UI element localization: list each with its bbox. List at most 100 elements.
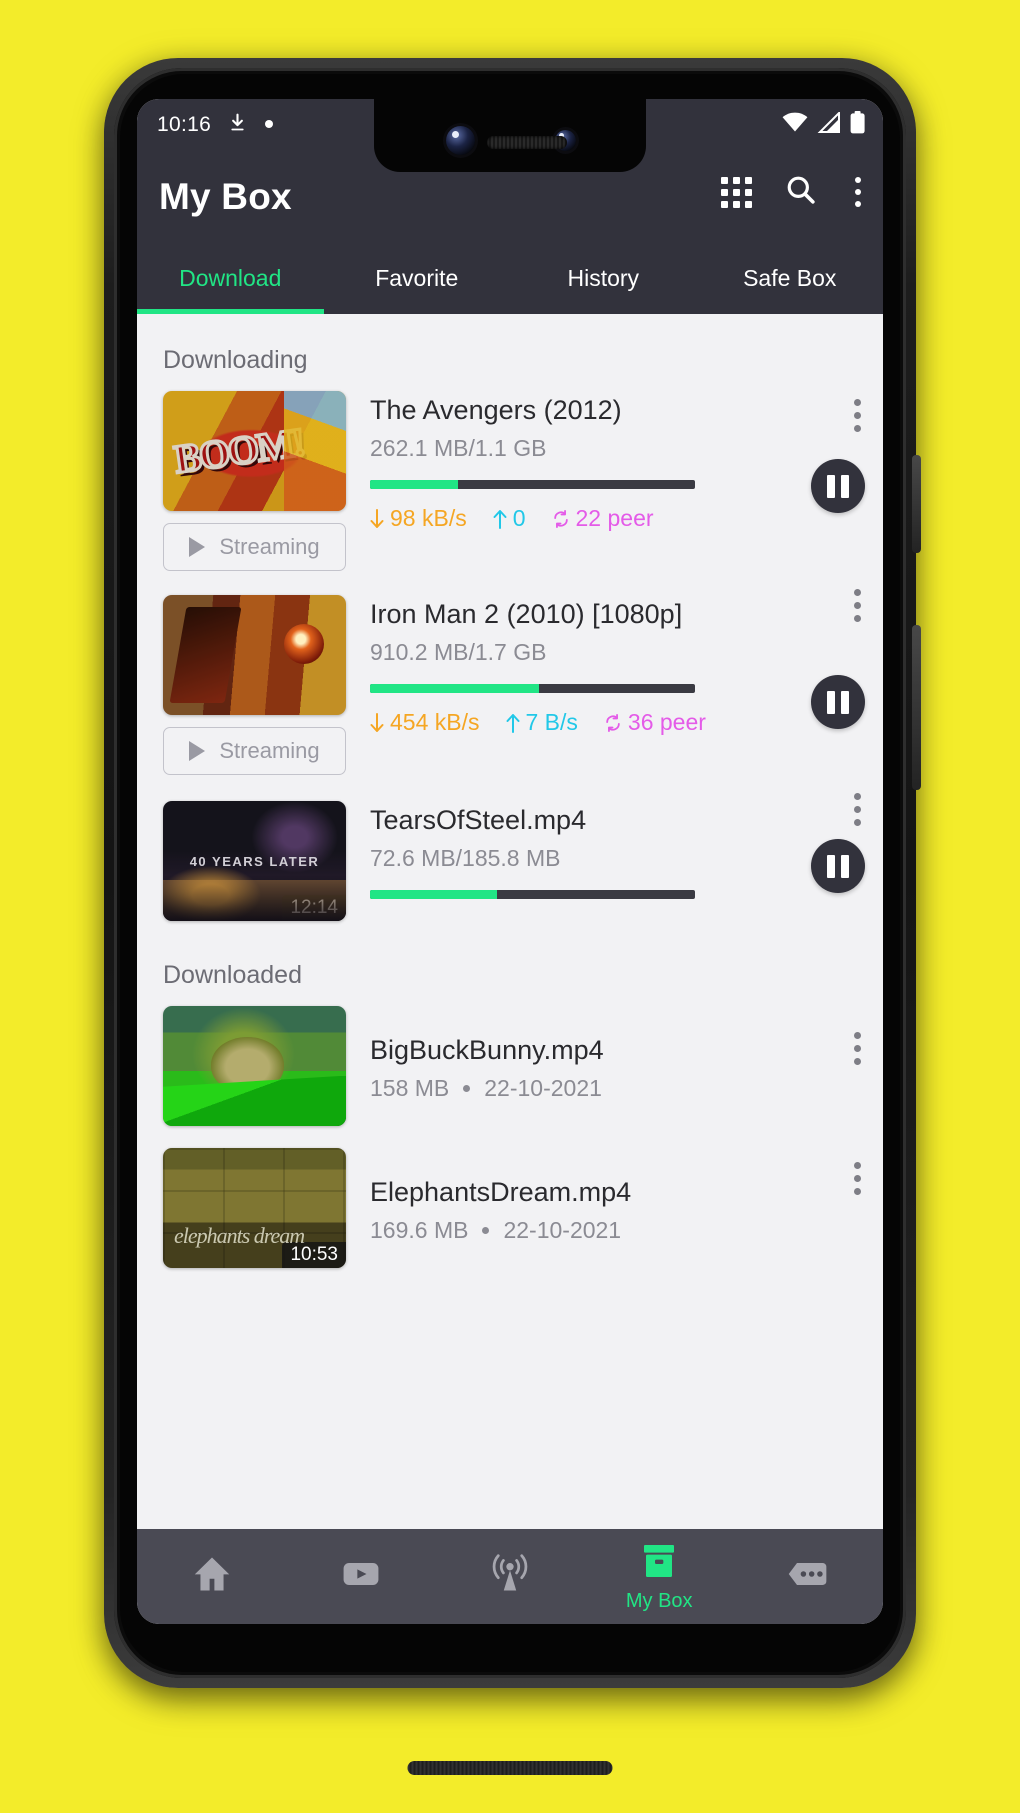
downloaded-info: ElephantsDream.mp4 169.6 MB 22-10-2021: [348, 1173, 865, 1244]
nav-item-more[interactable]: [734, 1552, 883, 1601]
overflow-menu-icon[interactable]: [849, 177, 867, 207]
file-date: 22-10-2021: [484, 1074, 602, 1101]
thumbnail-column: Streaming: [163, 595, 348, 775]
nav-item-my-box[interactable]: My Box: [585, 1541, 734, 1613]
phone-screen: 10:16 My Box Download Favorite History S…: [137, 99, 883, 1624]
tab-favorite[interactable]: Favorite: [324, 242, 511, 314]
more-icon: [786, 1552, 830, 1601]
download-speed-stat: 454 kB/s: [370, 709, 480, 736]
file-name: ElephantsDream.mp4: [370, 1176, 632, 1207]
item-menu-icon[interactable]: [854, 1032, 861, 1065]
peers-sync-icon: [606, 713, 620, 732]
app-bar: My Box: [137, 151, 883, 243]
streaming-button[interactable]: Streaming: [163, 727, 346, 775]
page-title: My Box: [159, 176, 292, 217]
duration-badge: 09:56: [282, 1100, 346, 1126]
thumbnail-image[interactable]: [163, 391, 346, 511]
battery-icon: [850, 111, 865, 139]
nav-item-home[interactable]: [137, 1552, 286, 1601]
downloaded-item[interactable]: 10:53 ElephantsDream.mp4 169.6 MB 22-10-…: [137, 1126, 883, 1268]
duration-badge: 12:14: [282, 895, 346, 921]
wifi-icon: [782, 112, 808, 138]
downloaded-item[interactable]: 09:56 BigBuckBunny.mp4 158 MB 22-10-2021: [137, 996, 883, 1126]
progress-bar-fill: [370, 890, 497, 899]
download-icon: [227, 112, 248, 138]
nav-item-video[interactable]: [286, 1552, 435, 1601]
download-info: Iron Man 2 (2010) [1080p] 910.2 MB/1.7 G…: [348, 595, 865, 775]
tab-safe-box[interactable]: Safe Box: [697, 242, 884, 314]
peers-value: 22 peer: [575, 505, 654, 531]
thumbnail-image[interactable]: 10:53: [163, 1148, 346, 1268]
nav-item-my-box-label: My Box: [625, 1589, 693, 1612]
tab-history[interactable]: History: [510, 242, 697, 314]
progress-bar: [370, 684, 695, 693]
item-menu-icon[interactable]: [854, 793, 861, 826]
peers-stat: 36 peer: [604, 709, 706, 736]
grid-view-icon[interactable]: [721, 176, 752, 208]
download-item[interactable]: 12:14 TearsOfSteel.mp4 72.6 MB/185.8 MB: [137, 775, 883, 921]
file-meta: 158 MB 22-10-2021: [370, 1075, 865, 1102]
streaming-button[interactable]: Streaming: [163, 523, 346, 571]
download-info: TearsOfSteel.mp4 72.6 MB/185.8 MB: [348, 801, 865, 921]
file-name: BigBuckBunny.mp4: [370, 1034, 604, 1065]
item-menu-icon[interactable]: [854, 1162, 861, 1195]
section-header-downloaded: Downloaded: [163, 961, 302, 989]
duration-badge: 10:53: [282, 1242, 346, 1268]
gesture-navigation-bar[interactable]: [407, 1761, 613, 1775]
file-size: 72.6 MB/185.8 MB: [370, 845, 561, 871]
progress-bar: [370, 480, 695, 489]
earpiece-speaker: [487, 136, 567, 149]
pause-button[interactable]: [811, 675, 865, 729]
broadcast-antenna-icon: [488, 1552, 532, 1601]
power-button[interactable]: [912, 455, 921, 553]
thumbnail-column: Streaming: [163, 391, 348, 571]
transfer-stats: 454 kB/s 7 B/s 36 peer: [370, 709, 865, 736]
home-icon: [190, 1552, 234, 1601]
cellular-signal-icon: [817, 110, 841, 138]
status-bar-right: [782, 110, 865, 139]
transfer-stats: 98 kB/s 0 22 peer: [370, 505, 865, 532]
tab-history-label: History: [567, 264, 640, 291]
tab-download[interactable]: Download: [137, 242, 324, 314]
file-size: 910.2 MB/1.7 GB: [370, 639, 547, 665]
item-menu-icon[interactable]: [854, 399, 861, 432]
volume-button[interactable]: [912, 625, 921, 790]
pause-button[interactable]: [811, 839, 865, 893]
file-size: 169.6 MB: [370, 1216, 469, 1243]
dot-icon: [264, 116, 274, 134]
tab-favorite-label: Favorite: [375, 264, 459, 291]
thumbnail-image[interactable]: 09:56: [163, 1006, 346, 1126]
thumbnail-image[interactable]: [163, 595, 346, 715]
pause-button[interactable]: [811, 459, 865, 513]
download-speed-value: 98 kB/s: [390, 505, 467, 531]
screenshot-stage: 10:16 My Box Download Favorite History S…: [0, 0, 1020, 1813]
peers-value: 36 peer: [627, 709, 706, 735]
file-name: Iron Man 2 (2010) [1080p]: [370, 599, 683, 629]
my-box-icon: [639, 1541, 679, 1586]
file-size: 262.1 MB/1.1 GB: [370, 435, 547, 461]
down-arrow-icon: [370, 508, 384, 528]
search-icon[interactable]: [784, 173, 817, 211]
separator-dot-icon: [482, 1226, 490, 1234]
app-bar-actions: [721, 173, 867, 211]
app-header: 10:16 My Box Download Favorite History S…: [137, 99, 883, 314]
download-item[interactable]: Streaming Iron Man 2 (2010) [1080p] 910.…: [137, 571, 883, 775]
file-name: The Avengers (2012): [370, 395, 622, 425]
upload-speed-stat: 0: [493, 505, 526, 532]
download-item[interactable]: Streaming The Avengers (2012) 262.1 MB/1…: [137, 381, 883, 571]
up-arrow-icon: [493, 509, 507, 529]
nav-item-broadcast[interactable]: [435, 1552, 584, 1601]
status-bar-left: 10:16: [137, 112, 274, 138]
thumbnail-image[interactable]: 12:14: [163, 801, 346, 921]
file-meta: 169.6 MB 22-10-2021: [370, 1217, 865, 1244]
streaming-label: Streaming: [219, 738, 320, 763]
upload-speed-value: 0: [512, 505, 526, 531]
section-header-downloading: Downloading: [163, 346, 308, 374]
peers-stat: 22 peer: [552, 505, 654, 532]
download-list[interactable]: Downloading Streaming The Avengers (2012…: [137, 314, 883, 1539]
item-menu-icon[interactable]: [854, 589, 861, 622]
file-name: TearsOfSteel.mp4: [370, 805, 587, 835]
tab-download-label: Download: [179, 264, 282, 291]
upload-speed-stat: 7 B/s: [506, 709, 578, 736]
thumbnail-column: 10:53: [163, 1148, 348, 1268]
